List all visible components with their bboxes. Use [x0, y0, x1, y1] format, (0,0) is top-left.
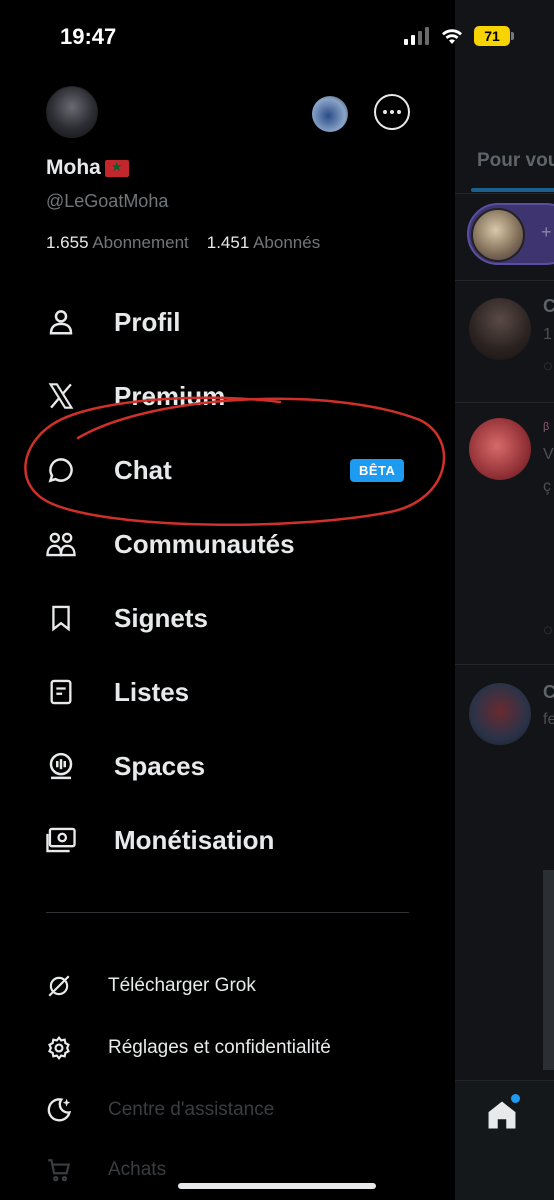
- menu-label: Chat: [114, 454, 172, 485]
- spaces-icon: [44, 749, 78, 783]
- x-logo-icon: [44, 379, 78, 413]
- post-text-fragment: 1: [543, 326, 552, 343]
- user-handle: @LeGoatMoha: [46, 191, 169, 211]
- menu-label: Centre d'assistance: [108, 1099, 275, 1120]
- dot: [390, 110, 394, 114]
- follow-stats: 1.655 Abonnement 1.451 Abonnés: [46, 233, 320, 253]
- home-indicator: [178, 1183, 376, 1189]
- divider: [455, 402, 554, 403]
- post-text-fragment: fe: [543, 711, 554, 728]
- story-avatar[interactable]: [471, 208, 525, 262]
- menu-label: Achats: [108, 1159, 167, 1180]
- post-author-fragment: C: [543, 682, 554, 702]
- display-name[interactable]: Moha: [46, 156, 129, 180]
- menu-item-monetisation[interactable]: Monétisation: [44, 816, 424, 864]
- tab-for-you[interactable]: Pour vous: [477, 150, 554, 172]
- post-text-fragment: V: [543, 446, 554, 463]
- menu-label: Listes: [114, 676, 190, 707]
- menu-item-signets[interactable]: Signets: [44, 594, 424, 642]
- menu-item-premium[interactable]: Premium: [44, 372, 424, 420]
- money-icon: [44, 823, 78, 857]
- menu-item-communautes[interactable]: Communautés: [44, 520, 424, 568]
- bookmark-icon: [44, 601, 78, 635]
- side-drawer: 19:47 71 Moha @LeGoatMoha 1.655 Abonneme…: [0, 0, 514, 1200]
- display-name-text: Moha: [46, 156, 101, 179]
- cart-icon: [44, 1155, 74, 1185]
- post-text-fragment: ç: [543, 478, 551, 495]
- menu-label: Réglages et confidentialité: [108, 1037, 331, 1058]
- more-options-button[interactable]: [374, 94, 410, 130]
- gear-icon: [44, 1033, 74, 1063]
- communities-icon: [44, 527, 78, 561]
- account-switcher-avatar[interactable]: [312, 96, 348, 132]
- divider: [455, 664, 554, 665]
- following-label: Abonnement: [92, 233, 189, 252]
- post-author-fragment: C: [543, 296, 554, 316]
- chat-bubble-icon: [44, 453, 78, 487]
- followers-label: Abonnés: [253, 233, 321, 252]
- following-link[interactable]: 1.655 Abonnement: [46, 233, 189, 253]
- post-avatar[interactable]: [469, 298, 531, 360]
- reply-icon: ◌: [543, 622, 553, 639]
- followers-count: 1.451: [206, 233, 250, 252]
- status-icons: 71: [404, 26, 514, 46]
- tab-underline: [471, 188, 554, 192]
- person-icon: [44, 305, 78, 339]
- menu-item-listes[interactable]: Listes: [44, 668, 424, 716]
- menu-item-chat[interactable]: Chat BÊTA: [44, 446, 424, 494]
- following-count: 1.655: [46, 233, 89, 252]
- reply-icon: ◌: [543, 358, 553, 375]
- plus-icon: +: [541, 222, 552, 242]
- menu-label: Télécharger Grok: [108, 975, 256, 996]
- dot: [397, 110, 401, 114]
- menu-item-reglages[interactable]: Réglages et confidentialité: [44, 1028, 434, 1068]
- menu-item-centre-assistance[interactable]: Centre d'assistance: [44, 1090, 434, 1130]
- bow-icon: ᵦ: [543, 416, 550, 433]
- menu-label: Signets: [114, 602, 208, 633]
- home-icon[interactable]: [485, 1098, 519, 1132]
- menu-item-spaces[interactable]: Spaces: [44, 742, 424, 790]
- grok-icon: [44, 971, 74, 1001]
- dot: [383, 110, 387, 114]
- divider: [455, 193, 554, 194]
- menu-divider: [46, 912, 409, 913]
- moon-icon: [44, 1095, 74, 1125]
- beta-badge: BÊTA: [350, 459, 405, 482]
- menu-label: Communautés: [114, 528, 295, 559]
- post-avatar[interactable]: [469, 418, 531, 480]
- morocco-flag-icon: [104, 159, 129, 177]
- followers-link[interactable]: 1.451 Abonnés: [207, 233, 320, 253]
- menu-item-telecharger-grok[interactable]: Télécharger Grok: [44, 966, 434, 1006]
- avatar[interactable]: [46, 86, 98, 138]
- post-media[interactable]: [543, 870, 554, 1070]
- wifi-icon: [442, 29, 462, 44]
- notification-dot: [511, 1094, 520, 1103]
- background-timeline: Pour vous + C 1 ◌ ᵦ V ç ◌ C fe: [455, 0, 554, 1200]
- menu-label: Profil: [114, 306, 181, 337]
- list-icon: [44, 675, 78, 709]
- menu-label: Premium: [114, 380, 226, 411]
- status-time: 19:47: [60, 24, 117, 49]
- signal-icon: [404, 27, 429, 45]
- divider: [455, 280, 554, 281]
- menu-label: Spaces: [114, 750, 206, 781]
- battery-indicator: 71: [474, 26, 514, 46]
- post-avatar[interactable]: [469, 683, 531, 745]
- menu-item-profil[interactable]: Profil: [44, 298, 424, 346]
- menu-label: Monétisation: [114, 824, 275, 855]
